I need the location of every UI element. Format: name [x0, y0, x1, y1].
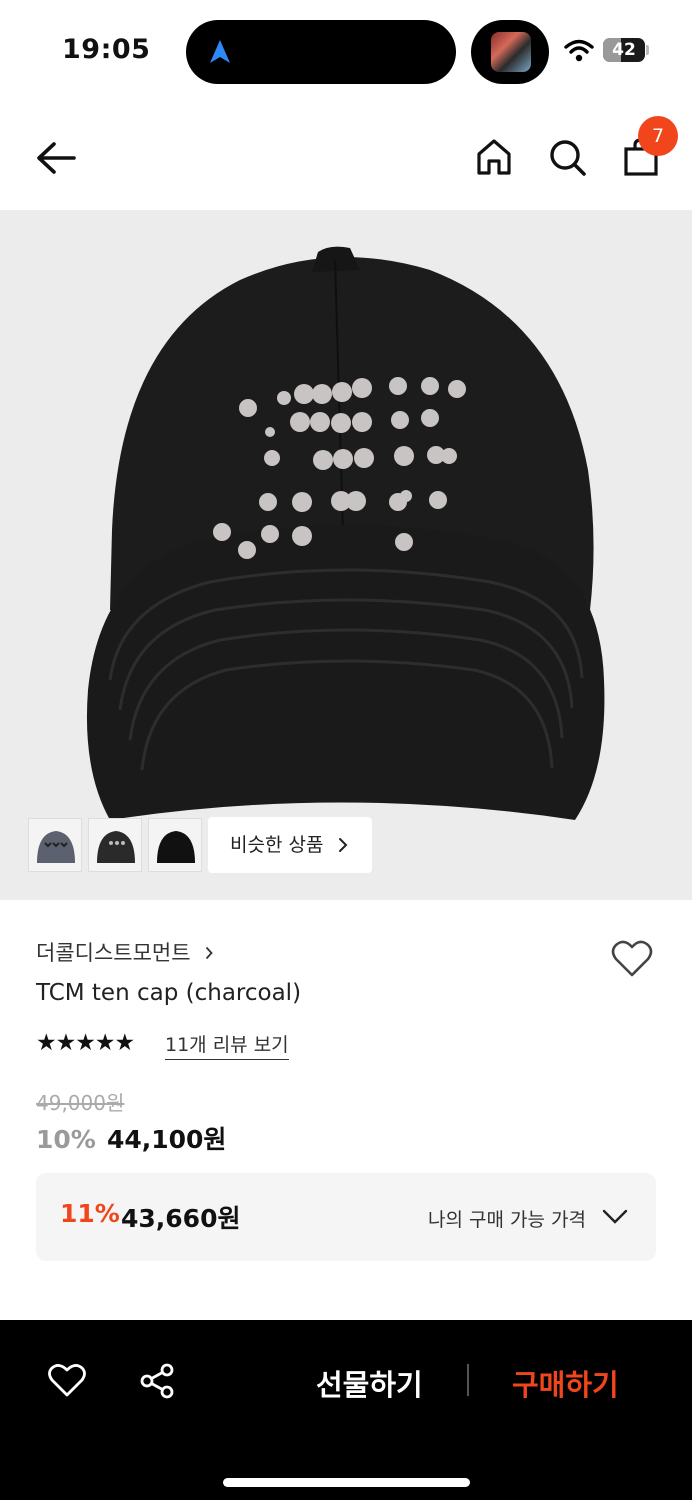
brand-name: 더콜디스트모먼트 — [36, 941, 191, 965]
status-time: 19:05 — [62, 34, 151, 65]
bottom-action-bar: 선물하기 구매하기 — [0, 1320, 692, 1500]
my-price-value: 43,660원 — [121, 1204, 241, 1233]
my-price-label: 나의 구매 가능 가격 — [428, 1209, 586, 1231]
battery-tip — [646, 45, 649, 55]
navigation-arrow-icon — [210, 40, 230, 63]
thumbnail-1[interactable] — [28, 818, 82, 872]
dynamic-island[interactable] — [186, 20, 456, 84]
status-bar: 19:05 42 — [0, 0, 692, 100]
chevron-right-icon — [206, 946, 213, 960]
cart-count-badge: 7 — [638, 116, 678, 156]
home-icon[interactable] — [473, 136, 515, 178]
button-divider — [467, 1364, 469, 1396]
back-arrow-icon[interactable] — [34, 138, 78, 178]
gift-button[interactable]: 선물하기 — [316, 1362, 423, 1404]
heart-icon[interactable] — [47, 1362, 87, 1398]
sale-price: 44,100원 — [106, 1125, 227, 1154]
my-discount-percent: 11% — [60, 1199, 120, 1228]
similar-products-button[interactable]: 비슷한 상품 — [208, 817, 372, 873]
review-link[interactable]: 11개 리뷰 보기 — [165, 1030, 289, 1060]
chevron-right-icon — [339, 838, 348, 852]
product-photo-cap — [86, 246, 605, 820]
similar-products-label: 비슷한 상품 — [230, 834, 324, 856]
original-price: 49,000원 — [36, 1091, 125, 1115]
now-playing-album-icon — [491, 32, 531, 72]
wifi-icon — [564, 39, 594, 62]
share-icon[interactable] — [138, 1362, 176, 1400]
sale-price-row: 10% 44,100원 — [36, 1120, 226, 1156]
brand-link[interactable]: 더콜디스트모먼트 — [36, 937, 213, 967]
thumbnail-cap-black — [157, 831, 195, 863]
star-rating: ★★★★★ — [36, 1030, 135, 1056]
search-icon[interactable] — [546, 136, 588, 178]
top-nav: 7 — [0, 108, 692, 208]
battery-percent: 42 — [612, 40, 636, 60]
product-name: TCM ten cap (charcoal) — [36, 980, 302, 1006]
thumbnail-3[interactable] — [148, 818, 202, 872]
my-price-panel[interactable]: 11% 43,660원 나의 구매 가능 가격 — [36, 1173, 656, 1261]
product-image-gallery[interactable]: 비슷한 상품 — [0, 210, 692, 900]
thumbnail-cap-charcoal — [97, 831, 135, 863]
thumbnail-2[interactable] — [88, 818, 142, 872]
chevron-down-icon — [602, 1209, 628, 1224]
buy-button[interactable]: 구매하기 — [512, 1362, 619, 1404]
wishlist-heart-icon[interactable] — [610, 938, 654, 978]
discount-percent: 10% — [36, 1125, 96, 1154]
home-indicator[interactable] — [223, 1478, 470, 1487]
thumbnail-cap-grey — [37, 831, 75, 863]
battery-icon: 42 — [603, 38, 645, 62]
now-playing-island[interactable] — [471, 20, 549, 84]
